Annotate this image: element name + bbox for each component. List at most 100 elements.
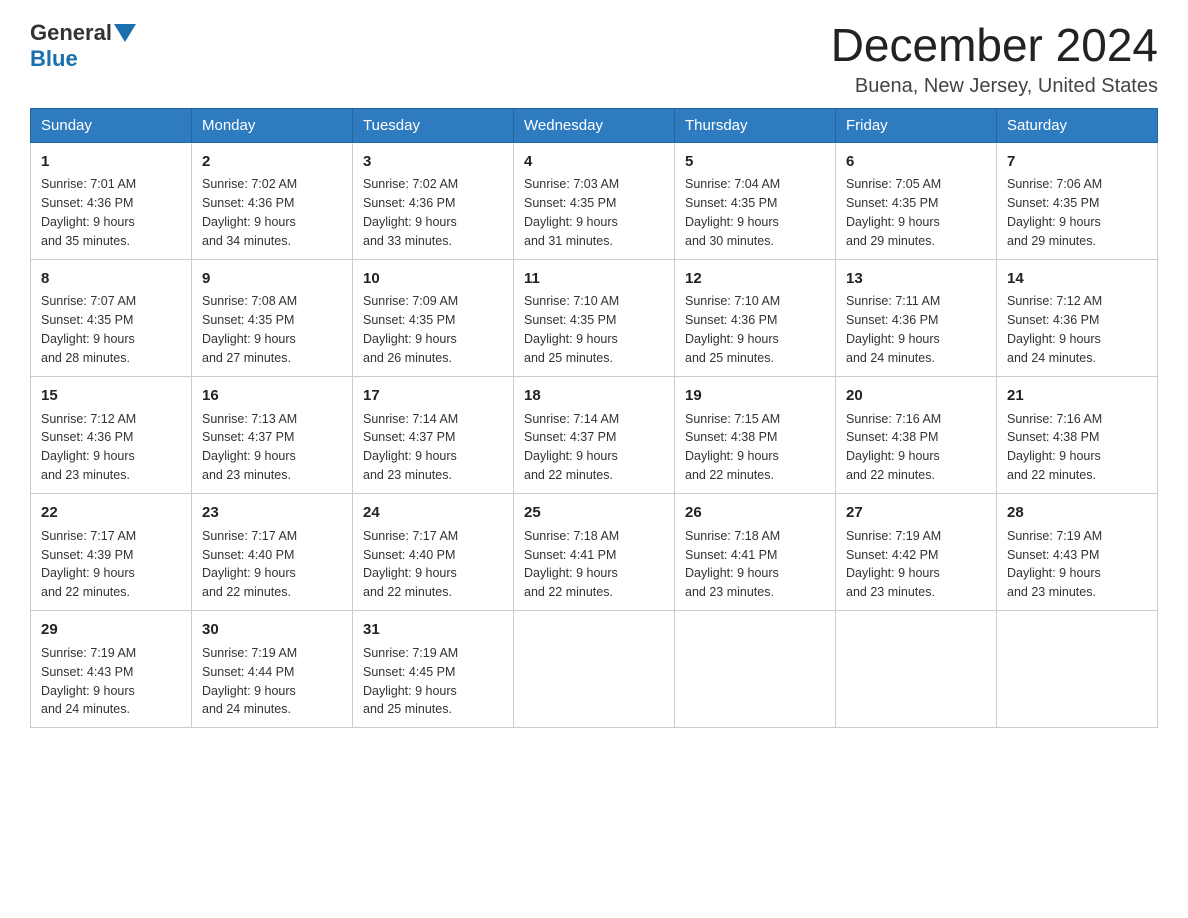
week-row-2: 8 Sunrise: 7:07 AMSunset: 4:35 PMDaylight… <box>31 259 1158 376</box>
day-info: Sunrise: 7:07 AMSunset: 4:35 PMDaylight:… <box>41 294 136 365</box>
day-cell: 25Sunrise: 7:18 AMSunset: 4:41 PMDayligh… <box>514 493 675 610</box>
day-number: 19 <box>685 385 825 407</box>
day-info: Sunrise: 7:14 AMSunset: 4:37 PMDaylight:… <box>524 412 619 483</box>
header-cell-saturday: Saturday <box>997 108 1158 142</box>
header-cell-sunday: Sunday <box>31 108 192 142</box>
day-info: Sunrise: 7:17 AMSunset: 4:39 PMDaylight:… <box>41 529 136 600</box>
day-cell: 29 Sunrise: 7:19 AMSunset: 4:43 PMDayligh… <box>31 611 192 728</box>
day-number: 5 <box>685 151 825 173</box>
day-cell: 4 Sunrise: 7:03 AMSunset: 4:35 PMDaylight… <box>514 142 675 259</box>
header-row: SundayMondayTuesdayWednesdayThursdayFrid… <box>31 108 1158 142</box>
day-cell: 23 Sunrise: 7:17 AMSunset: 4:40 PMDayligh… <box>192 493 353 610</box>
day-cell: 13 Sunrise: 7:11 AMSunset: 4:36 PMDayligh… <box>836 259 997 376</box>
day-number: 2 <box>202 151 342 173</box>
day-cell: 16Sunrise: 7:13 AMSunset: 4:37 PMDayligh… <box>192 376 353 493</box>
day-cell: 14 Sunrise: 7:12 AMSunset: 4:36 PMDayligh… <box>997 259 1158 376</box>
day-number: 18 <box>524 385 664 407</box>
day-info: Sunrise: 7:16 AMSunset: 4:38 PMDaylight:… <box>846 412 941 483</box>
day-number: 14 <box>1007 268 1147 290</box>
logo-arrow-icon <box>114 24 136 44</box>
day-number: 8 <box>41 268 181 290</box>
day-cell <box>675 611 836 728</box>
day-info: Sunrise: 7:09 AMSunset: 4:35 PMDaylight:… <box>363 294 458 365</box>
day-cell: 2 Sunrise: 7:02 AMSunset: 4:36 PMDaylight… <box>192 142 353 259</box>
day-info: Sunrise: 7:19 AMSunset: 4:43 PMDaylight:… <box>41 646 136 717</box>
day-info: Sunrise: 7:03 AMSunset: 4:35 PMDaylight:… <box>524 177 619 248</box>
day-cell <box>514 611 675 728</box>
day-number: 23 <box>202 502 342 524</box>
day-info: Sunrise: 7:11 AMSunset: 4:36 PMDaylight:… <box>846 294 940 365</box>
day-number: 9 <box>202 268 342 290</box>
day-info: Sunrise: 7:10 AMSunset: 4:36 PMDaylight:… <box>685 294 780 365</box>
week-row-4: 22 Sunrise: 7:17 AMSunset: 4:39 PMDayligh… <box>31 493 1158 610</box>
day-cell: 17Sunrise: 7:14 AMSunset: 4:37 PMDayligh… <box>353 376 514 493</box>
day-cell: 8 Sunrise: 7:07 AMSunset: 4:35 PMDaylight… <box>31 259 192 376</box>
day-number: 13 <box>846 268 986 290</box>
day-cell: 26 Sunrise: 7:18 AMSunset: 4:41 PMDayligh… <box>675 493 836 610</box>
day-cell: 11Sunrise: 7:10 AMSunset: 4:35 PMDayligh… <box>514 259 675 376</box>
day-cell: 10 Sunrise: 7:09 AMSunset: 4:35 PMDayligh… <box>353 259 514 376</box>
day-number: 10 <box>363 268 503 290</box>
day-cell: 31Sunrise: 7:19 AMSunset: 4:45 PMDayligh… <box>353 611 514 728</box>
day-info: Sunrise: 7:08 AMSunset: 4:35 PMDaylight:… <box>202 294 297 365</box>
logo: General Blue <box>30 20 136 72</box>
logo-general-text: General <box>30 20 112 46</box>
day-number: 11 <box>524 268 664 290</box>
day-number: 29 <box>41 619 181 641</box>
day-number: 26 <box>685 502 825 524</box>
calendar-body: 1 Sunrise: 7:01 AMSunset: 4:36 PMDaylight… <box>31 142 1158 728</box>
header-cell-wednesday: Wednesday <box>514 108 675 142</box>
header-cell-tuesday: Tuesday <box>353 108 514 142</box>
day-cell: 22 Sunrise: 7:17 AMSunset: 4:39 PMDayligh… <box>31 493 192 610</box>
calendar-header: SundayMondayTuesdayWednesdayThursdayFrid… <box>31 108 1158 142</box>
week-row-1: 1 Sunrise: 7:01 AMSunset: 4:36 PMDaylight… <box>31 142 1158 259</box>
day-info: Sunrise: 7:12 AMSunset: 4:36 PMDaylight:… <box>41 412 136 483</box>
day-info: Sunrise: 7:04 AMSunset: 4:35 PMDaylight:… <box>685 177 780 248</box>
day-number: 21 <box>1007 385 1147 407</box>
header-cell-monday: Monday <box>192 108 353 142</box>
day-info: Sunrise: 7:15 AMSunset: 4:38 PMDaylight:… <box>685 412 780 483</box>
day-info: Sunrise: 7:17 AMSunset: 4:40 PMDaylight:… <box>202 529 297 600</box>
day-cell: 21 Sunrise: 7:16 AMSunset: 4:38 PMDayligh… <box>997 376 1158 493</box>
day-info: Sunrise: 7:06 AMSunset: 4:35 PMDaylight:… <box>1007 177 1102 248</box>
day-info: Sunrise: 7:05 AMSunset: 4:35 PMDaylight:… <box>846 177 941 248</box>
day-cell: 28Sunrise: 7:19 AMSunset: 4:43 PMDayligh… <box>997 493 1158 610</box>
day-info: Sunrise: 7:02 AMSunset: 4:36 PMDaylight:… <box>202 177 297 248</box>
week-row-5: 29 Sunrise: 7:19 AMSunset: 4:43 PMDayligh… <box>31 611 1158 728</box>
day-cell: 6Sunrise: 7:05 AMSunset: 4:35 PMDaylight… <box>836 142 997 259</box>
calendar-table: SundayMondayTuesdayWednesdayThursdayFrid… <box>30 108 1158 729</box>
day-cell: 20 Sunrise: 7:16 AMSunset: 4:38 PMDayligh… <box>836 376 997 493</box>
day-number: 1 <box>41 151 181 173</box>
day-number: 20 <box>846 385 986 407</box>
day-number: 28 <box>1007 502 1147 524</box>
day-number: 4 <box>524 151 664 173</box>
day-cell: 12Sunrise: 7:10 AMSunset: 4:36 PMDayligh… <box>675 259 836 376</box>
day-cell: 1 Sunrise: 7:01 AMSunset: 4:36 PMDaylight… <box>31 142 192 259</box>
day-number: 22 <box>41 502 181 524</box>
location-title: Buena, New Jersey, United States <box>831 75 1158 98</box>
day-info: Sunrise: 7:18 AMSunset: 4:41 PMDaylight:… <box>685 529 780 600</box>
day-info: Sunrise: 7:13 AMSunset: 4:37 PMDaylight:… <box>202 412 297 483</box>
day-number: 15 <box>41 385 181 407</box>
day-number: 30 <box>202 619 342 641</box>
day-cell: 30Sunrise: 7:19 AMSunset: 4:44 PMDayligh… <box>192 611 353 728</box>
day-cell: 15 Sunrise: 7:12 AMSunset: 4:36 PMDayligh… <box>31 376 192 493</box>
day-number: 3 <box>363 151 503 173</box>
month-title: December 2024 <box>831 20 1158 71</box>
day-cell <box>836 611 997 728</box>
day-info: Sunrise: 7:14 AMSunset: 4:37 PMDaylight:… <box>363 412 458 483</box>
page-header: General Blue December 2024 Buena, New Je… <box>30 20 1158 98</box>
day-info: Sunrise: 7:16 AMSunset: 4:38 PMDaylight:… <box>1007 412 1102 483</box>
day-info: Sunrise: 7:18 AMSunset: 4:41 PMDaylight:… <box>524 529 619 600</box>
day-number: 7 <box>1007 151 1147 173</box>
logo-blue-text: Blue <box>30 46 78 71</box>
day-info: Sunrise: 7:17 AMSunset: 4:40 PMDaylight:… <box>363 529 458 600</box>
day-info: Sunrise: 7:01 AMSunset: 4:36 PMDaylight:… <box>41 177 136 248</box>
day-cell: 24Sunrise: 7:17 AMSunset: 4:40 PMDayligh… <box>353 493 514 610</box>
day-cell <box>997 611 1158 728</box>
day-info: Sunrise: 7:19 AMSunset: 4:42 PMDaylight:… <box>846 529 941 600</box>
day-info: Sunrise: 7:12 AMSunset: 4:36 PMDaylight:… <box>1007 294 1102 365</box>
day-cell: 18 Sunrise: 7:14 AMSunset: 4:37 PMDayligh… <box>514 376 675 493</box>
week-row-3: 15 Sunrise: 7:12 AMSunset: 4:36 PMDayligh… <box>31 376 1158 493</box>
day-cell: 3Sunrise: 7:02 AMSunset: 4:36 PMDaylight… <box>353 142 514 259</box>
